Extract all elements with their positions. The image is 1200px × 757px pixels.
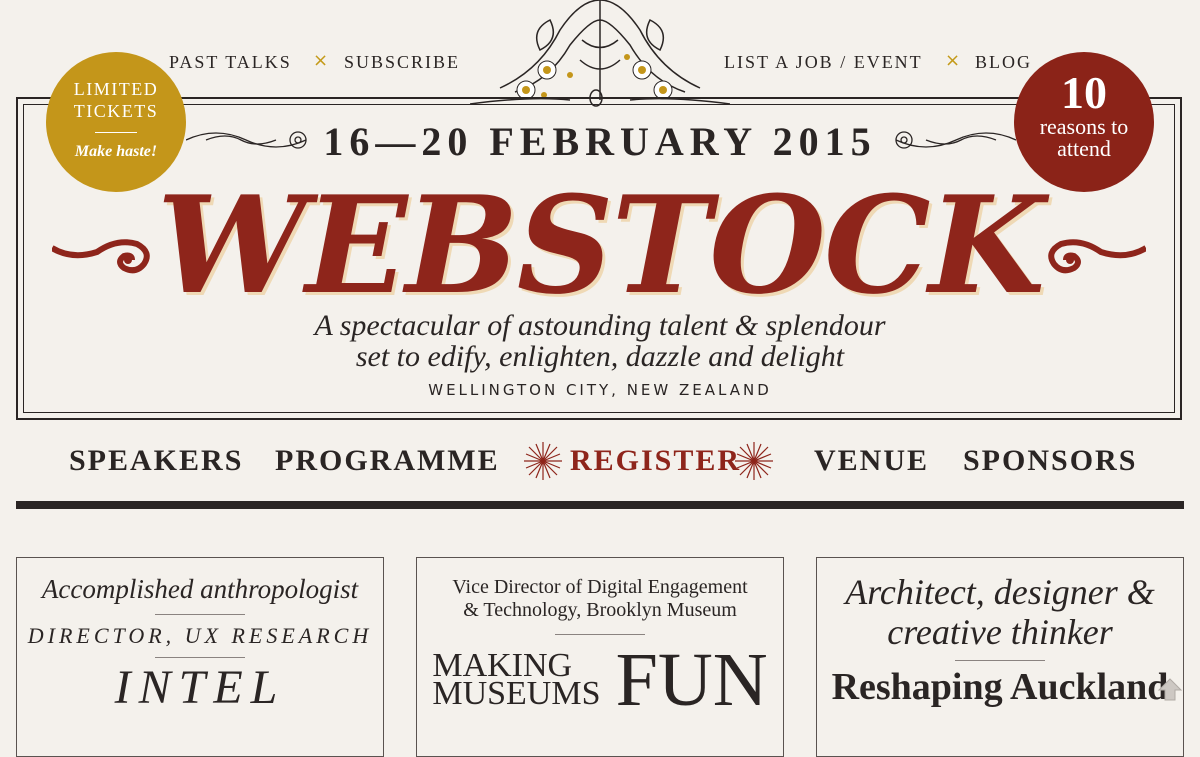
speaker-card[interactable]: Architect, designer & creative thinker R… bbox=[816, 557, 1184, 757]
floral-crest-icon bbox=[470, 0, 730, 107]
nav-past-talks[interactable]: PAST TALKS bbox=[169, 52, 292, 73]
nav-programme[interactable]: PROGRAMME bbox=[275, 444, 500, 478]
speaker-title: DIRECTOR, UX RESEARCH bbox=[27, 623, 373, 648]
talk-title-word-2: MUSEUMS bbox=[432, 675, 601, 712]
tagline-line-2: set to edify, enlighten, dazzle and deli… bbox=[355, 340, 845, 373]
starburst-icon bbox=[735, 442, 773, 480]
tagline-line-1: A spectacular of astounding talent & spl… bbox=[314, 309, 886, 342]
nav-sponsors[interactable]: SPONSORS bbox=[963, 444, 1137, 478]
talk-title-large: FUN bbox=[615, 638, 768, 722]
starburst-icon bbox=[524, 442, 562, 480]
speaker-role-line-1: Architect, designer & bbox=[845, 572, 1155, 612]
card-divider bbox=[155, 614, 245, 615]
speaker-role-line-1: Vice Director of Digital Engagement bbox=[452, 576, 748, 598]
nav-speakers[interactable]: SPEAKERS bbox=[69, 444, 243, 478]
tagline: A spectacular of astounding talent & spl… bbox=[0, 310, 1200, 372]
event-dates: 16—20 FEBRUARY 2015 bbox=[323, 119, 877, 164]
talk-title: Reshaping Auckland bbox=[831, 666, 1169, 708]
speaker-role: Accomplished anthropologist bbox=[41, 574, 359, 604]
speaker-card[interactable]: Accomplished anthropologist DIRECTOR, UX… bbox=[16, 557, 384, 757]
nav-subscribe[interactable]: SUBSCRIBE bbox=[344, 52, 460, 73]
nav-separator: × bbox=[313, 50, 329, 71]
card-divider bbox=[555, 634, 645, 635]
speaker-organisation: INTEL bbox=[114, 661, 286, 714]
site-title: WEBSTOCK bbox=[156, 166, 1045, 324]
talk-title-small: MAKING MUSEUMS bbox=[432, 649, 601, 712]
nav-venue[interactable]: VENUE bbox=[814, 444, 929, 478]
badge-number: 10 bbox=[1061, 67, 1107, 118]
badge-limited-text: LIMITED bbox=[73, 79, 159, 99]
speaker-role-line-2: creative thinker bbox=[887, 612, 1113, 652]
speaker-role-line-2: & Technology, Brooklyn Museum bbox=[463, 599, 737, 621]
event-location: WELLINGTON CITY, NEW ZEALAND bbox=[428, 381, 772, 399]
talk-title: MAKING MUSEUMS FUN bbox=[417, 638, 783, 722]
speaker-card[interactable]: Vice Director of Digital Engagement & Te… bbox=[416, 557, 784, 757]
scroll-up-icon[interactable] bbox=[1156, 676, 1184, 704]
card-divider bbox=[955, 660, 1045, 661]
nav-register[interactable]: REGISTER bbox=[570, 444, 741, 478]
section-divider bbox=[16, 501, 1184, 509]
nav-separator: × bbox=[945, 50, 961, 71]
nav-list-job-event[interactable]: LIST A JOB / EVENT bbox=[724, 52, 923, 73]
card-divider bbox=[155, 657, 245, 658]
